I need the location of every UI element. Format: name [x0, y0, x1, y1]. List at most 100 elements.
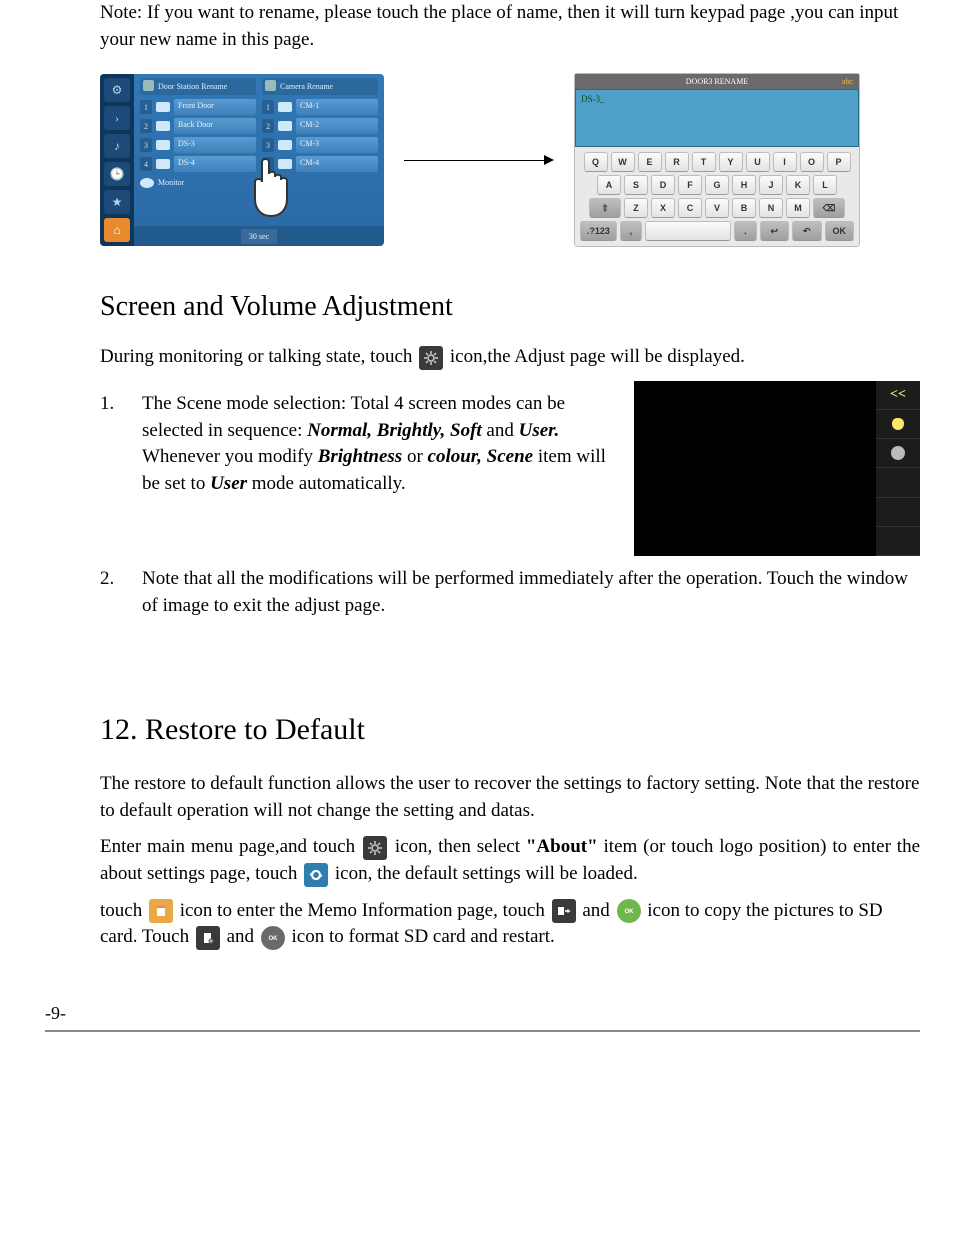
rename-note: Note: If you want to rename, please touc… [100, 0, 920, 53]
list-num-2: 2. [100, 566, 122, 619]
row-num: 4 [140, 157, 152, 171]
keypad-key [645, 221, 731, 241]
keypad-key: Z [624, 198, 648, 218]
nav-icon: › [104, 106, 130, 130]
restore-p2: Enter main menu page,and touch icon, the… [100, 834, 920, 887]
keypad-key: I [773, 152, 797, 172]
sd-format-icon [196, 926, 220, 950]
keypad-key: E [638, 152, 662, 172]
cam-label: CM-1 [296, 99, 378, 115]
keypad-key: M [786, 198, 810, 218]
door-station-rename-header: Door Station Rename [140, 78, 256, 95]
keypad-key: .?123 [580, 221, 617, 241]
row-num: 1 [140, 100, 152, 114]
keypad-key: X [651, 198, 675, 218]
blank-icon [876, 527, 920, 556]
keypad-key: O [800, 152, 824, 172]
keypad-key: D [651, 175, 675, 195]
keypad-key: A [597, 175, 621, 195]
keypad-key: G [705, 175, 729, 195]
keypad-key: B [732, 198, 756, 218]
keypad-key: N [759, 198, 783, 218]
keypad-key: . [734, 221, 756, 241]
keypad-key: L [813, 175, 837, 195]
adjust-panel-screenshot: << [634, 381, 920, 556]
footer-line [45, 1030, 920, 1032]
keypad-key: C [678, 198, 702, 218]
item-2-text: Note that all the modifications will be … [142, 566, 920, 619]
keypad-key: U [746, 152, 770, 172]
keypad-mode: abc [842, 76, 853, 87]
back-icon: << [876, 381, 920, 410]
keypad-key: S [624, 175, 648, 195]
door-label: DS-4 [174, 156, 256, 172]
door-label: DS-3 [174, 137, 256, 153]
row-num: 3 [262, 138, 274, 152]
cam-label: CM-2 [296, 118, 378, 134]
rename-figure-row: ⚙ › ♪ 🕒 ★ ⌂ Door Station Rename Camera R… [100, 73, 920, 247]
keypad-key: ⌫ [813, 198, 845, 218]
row-num: 1 [262, 100, 274, 114]
svg-text:OK: OK [624, 909, 634, 915]
section-title: Screen and Volume Adjustment [100, 287, 920, 326]
text: During monitoring or talking state, touc… [100, 346, 412, 367]
cam-label: CM-4 [296, 156, 378, 172]
gear-icon [363, 836, 387, 860]
keypad-key: R [665, 152, 689, 172]
keypad-key: K [786, 175, 810, 195]
bulb-icon [876, 410, 920, 439]
gear-icon: ⚙ [104, 78, 130, 102]
door-label: Back Door [174, 118, 256, 134]
gear-icon [876, 439, 920, 468]
svg-text:OK: OK [268, 936, 278, 942]
refresh-icon [304, 863, 328, 887]
keypad-key: ↩ [760, 221, 790, 241]
clock-icon: 🕒 [104, 162, 130, 186]
keypad-key: W [611, 152, 635, 172]
cam-label: CM-3 [296, 137, 378, 153]
restore-p3: touch icon to enter the Memo Information… [100, 898, 920, 951]
keypad-key: Y [719, 152, 743, 172]
keypad-key: J [759, 175, 783, 195]
keypad-screenshot: DOOR3 RENAME abc DS-3_ QWERTYUIOP ASDFGH… [574, 73, 860, 247]
door-label: Front Door [174, 99, 256, 115]
camera-rename-header: Camera Rename [262, 78, 378, 95]
music-icon: ♪ [104, 134, 130, 158]
keypad-key: OK [825, 221, 855, 241]
section-12-title: 12. Restore to Default [100, 709, 920, 751]
text: icon,the Adjust page will be displayed. [450, 346, 745, 367]
keypad-key: Q [584, 152, 608, 172]
row-num: 2 [140, 119, 152, 133]
gear-icon [419, 346, 443, 370]
row-num: 3 [140, 138, 152, 152]
keypad-input: DS-3_ [575, 89, 859, 147]
rename-sidebar: ⚙ › ♪ 🕒 ★ ⌂ [100, 74, 134, 246]
keypad-key: T [692, 152, 716, 172]
keypad-key: F [678, 175, 702, 195]
item-1-text: The Scene mode selection: Total 4 screen… [142, 391, 616, 497]
keypad-key: ⇧ [589, 198, 621, 218]
rename-list-screenshot: ⚙ › ♪ 🕒 ★ ⌂ Door Station Rename Camera R… [100, 74, 384, 246]
blank-icon [876, 498, 920, 527]
timeout-button: 30 sec [241, 229, 277, 244]
ok-icon: OK [617, 899, 641, 923]
during-paragraph: During monitoring or talking state, touc… [100, 344, 920, 371]
memo-icon [149, 899, 173, 923]
transfer-icon [552, 899, 576, 923]
restore-p1: The restore to default function allows t… [100, 771, 920, 824]
ok-gray-icon: OK [261, 926, 285, 950]
keypad-key: ↶ [792, 221, 822, 241]
blank-icon [876, 468, 920, 497]
hand-pointer-icon [248, 152, 304, 218]
keypad-title: DOOR3 RENAME [686, 76, 748, 87]
keypad-key: , [620, 221, 642, 241]
list-num-1: 1. [100, 391, 122, 497]
door-column: 1 Front Door 2 Back Door 3 DS-3 4 DS-4 Monit… [140, 99, 256, 190]
row-num: 2 [262, 119, 274, 133]
keypad-key: H [732, 175, 756, 195]
home-icon: ⌂ [104, 218, 130, 242]
keypad-key: P [827, 152, 851, 172]
keypad-key: V [705, 198, 729, 218]
star-icon: ★ [104, 190, 130, 214]
monitor-label: Monitor [158, 177, 184, 188]
